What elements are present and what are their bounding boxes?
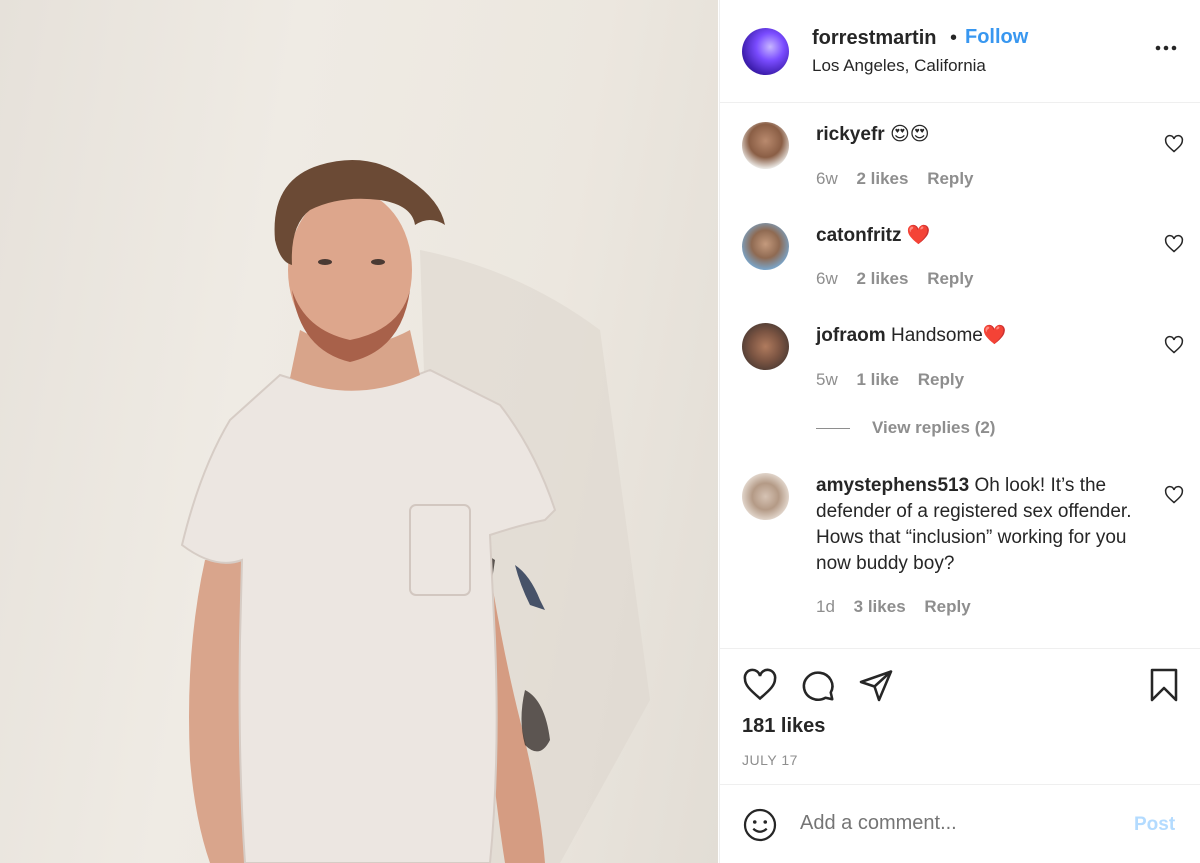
author-avatar[interactable] [742,28,789,75]
post-actions: 181 likes JULY 17 [720,648,1200,784]
commenter-username[interactable]: catonfritz [816,225,902,246]
comment-likes[interactable]: 1 like [856,370,899,389]
comment-text: 😍😍 [889,124,930,145]
post-location[interactable]: Los Angeles, California [812,56,986,76]
emoji-smile-icon[interactable] [742,807,778,843]
commenter-avatar[interactable] [742,223,789,270]
commenter-avatar[interactable] [742,323,789,370]
separator-dot: • [950,27,958,49]
comment-likes[interactable]: 2 likes [856,269,908,288]
commenter-username[interactable]: jofraom [816,325,886,346]
commenter-avatar[interactable] [742,473,789,520]
save-bookmark-icon[interactable] [1146,667,1182,703]
comment-likes[interactable]: 3 likes [854,597,906,616]
comment-age[interactable]: 6w [816,269,838,288]
more-options-icon[interactable] [1154,36,1178,60]
comment-age[interactable]: 1d [816,597,835,616]
follow-button[interactable]: Follow [965,26,1028,49]
comment-like-heart-icon[interactable] [1164,234,1184,254]
commenter-username[interactable]: amystephens513 [816,475,969,496]
comment-age[interactable]: 6w [816,169,838,188]
post-date: JULY 17 [742,752,798,768]
post-header: forrestmartin • Follow Los Angeles, Cali… [720,0,1200,103]
add-comment-input[interactable] [800,812,1120,835]
comment-text: ❤️ [906,225,931,246]
reply-button[interactable]: Reply [924,597,970,616]
commenter-username[interactable]: rickyefr [816,124,885,145]
comment-text: Handsome❤️ [890,325,1007,346]
like-heart-icon[interactable] [742,667,778,703]
reply-button[interactable]: Reply [918,370,964,389]
comment-like-heart-icon[interactable] [1164,335,1184,355]
post-sidebar: forrestmartin • Follow Los Angeles, Cali… [719,0,1200,863]
view-replies-line [816,428,850,430]
view-replies-label: View replies (2) [872,418,996,437]
author-username[interactable]: forrestmartin [812,27,936,50]
comment-like-heart-icon[interactable] [1164,134,1184,154]
comment-age[interactable]: 5w [816,370,838,389]
post-photo-illustration [180,160,650,863]
reply-button[interactable]: Reply [927,169,973,188]
post-comment-button[interactable]: Post [1134,814,1175,836]
reply-button[interactable]: Reply [927,269,973,288]
share-send-icon[interactable] [858,667,894,703]
likes-count[interactable]: 181 likes [742,715,825,738]
commenter-avatar[interactable] [742,122,789,169]
post-photo[interactable] [0,0,718,863]
comment-bubble-icon[interactable] [800,667,836,703]
comment-like-heart-icon[interactable] [1164,485,1184,505]
comment-likes[interactable]: 2 likes [856,169,908,188]
add-comment-bar: Post [720,784,1200,863]
view-replies-button[interactable]: View replies (2) [816,418,995,438]
